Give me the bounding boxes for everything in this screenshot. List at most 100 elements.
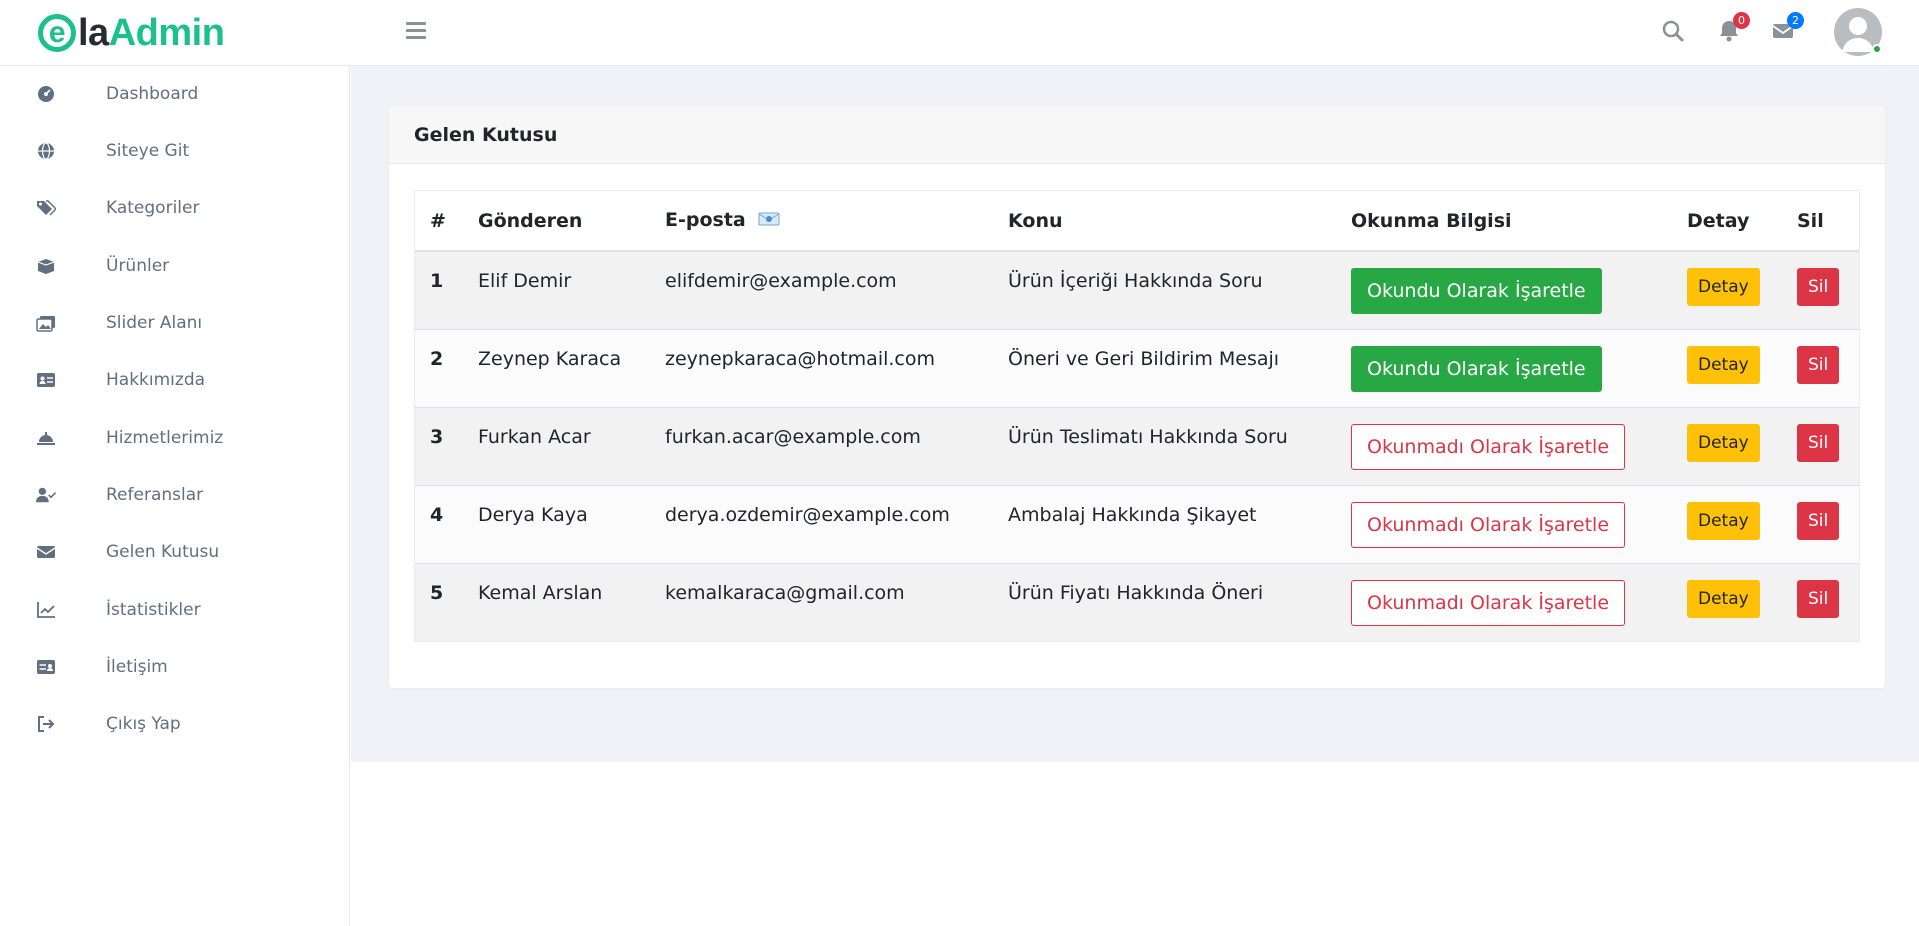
row-subject: Ürün Fiyatı Hakkında Öneri	[993, 562, 1336, 641]
inbox-card: Gelen Kutusu # Gönderen E-posta Konu Oku…	[389, 106, 1885, 688]
row-index: 5	[415, 562, 463, 641]
row-email: derya.ozdemir@example.com	[650, 484, 993, 563]
table-row: 4 Derya Kaya derya.ozdemir@example.com A…	[415, 484, 1859, 563]
delete-button[interactable]: Sil	[1797, 423, 1840, 462]
row-sender: Derya Kaya	[463, 484, 650, 563]
delete-button[interactable]: Sil	[1797, 268, 1840, 306]
menu-toggle-icon[interactable]	[406, 22, 426, 40]
sidebar-item-istatistikler[interactable]: İstatistikler	[0, 582, 350, 638]
sidebar-item-hakkimizda[interactable]: Hakkımızda	[0, 352, 350, 408]
sidebar-item-urunler[interactable]: Ürünler	[0, 238, 350, 294]
row-index: 2	[415, 328, 463, 407]
address-card-icon	[36, 657, 56, 677]
table-header-row: # Gönderen E-posta Konu Okunma Bilgisi D…	[415, 191, 1859, 252]
sidebar-item-label: Kategoriler	[106, 198, 200, 218]
card-title: Gelen Kutusu	[389, 106, 1885, 164]
chart-line-icon	[36, 600, 56, 620]
column-header-read-status: Okunma Bilgisi	[1336, 191, 1672, 252]
mark-as-unread-button[interactable]: Okunmadı Olarak İşaretle	[1351, 579, 1626, 626]
search-icon[interactable]	[1660, 18, 1686, 44]
online-status-dot	[1872, 44, 1882, 54]
notification-count-badge: 0	[1733, 12, 1750, 29]
row-email: zeynepkaraca@hotmail.com	[650, 328, 993, 407]
sidebar-item-label: Referanslar	[106, 485, 204, 505]
main-content: Gelen Kutusu # Gönderen E-posta Konu Oku…	[351, 66, 1919, 762]
row-subject: Ürün Teslimatı Hakkında Soru	[993, 406, 1336, 485]
mark-as-unread-button[interactable]: Okunmadı Olarak İşaretle	[1351, 501, 1626, 548]
column-header-sender: Gönderen	[463, 191, 650, 252]
column-header-email: E-posta	[650, 191, 993, 252]
table-row: 1 Elif Demir elifdemir@example.com Ürün …	[415, 250, 1859, 329]
column-header-detail: Detay	[1672, 191, 1782, 252]
delete-button[interactable]: Sil	[1797, 579, 1840, 618]
row-index: 3	[415, 406, 463, 485]
messages-count-badge: 2	[1787, 12, 1804, 29]
row-subject: Öneri ve Geri Bildirim Mesajı	[993, 328, 1336, 407]
column-header-subject: Konu	[993, 191, 1336, 252]
column-header-index: #	[415, 191, 463, 252]
email-envelope-icon	[758, 210, 780, 232]
sidebar-item-kategoriler[interactable]: Kategoriler	[0, 180, 350, 236]
tags-icon	[36, 198, 56, 218]
table-row: 2 Zeynep Karaca zeynepkaraca@hotmail.com…	[415, 328, 1859, 407]
sidebar-item-gelen-kutusu[interactable]: Gelen Kutusu	[0, 524, 350, 580]
sidebar-item-label: Dashboard	[106, 84, 199, 104]
top-navbar: e la Admin 0 2	[0, 0, 1919, 66]
table-row: 3 Furkan Acar furkan.acar@example.com Ür…	[415, 406, 1859, 485]
sidebar-item-dashboard[interactable]: Dashboard	[0, 66, 350, 122]
sidebar-item-hizmetlerimiz[interactable]: Hizmetlerimiz	[0, 410, 350, 466]
mark-as-read-button[interactable]: Okundu Olarak İşaretle	[1351, 345, 1602, 392]
sidebar-item-label: Hakkımızda	[106, 370, 206, 390]
sidebar-item-label: İletişim	[106, 657, 168, 677]
row-email: furkan.acar@example.com	[650, 406, 993, 485]
sidebar: Dashboard Siteye Git Kategoriler Ürünler…	[0, 66, 350, 926]
images-icon	[36, 313, 56, 333]
row-sender: Elif Demir	[463, 250, 650, 329]
sidebar-item-label: Gelen Kutusu	[106, 542, 220, 562]
sidebar-item-siteye-git[interactable]: Siteye Git	[0, 123, 350, 179]
detail-button[interactable]: Detay	[1687, 501, 1760, 540]
delete-button[interactable]: Sil	[1797, 345, 1840, 384]
column-header-email-label: E-posta	[665, 209, 746, 232]
row-subject: Ürün İçeriği Hakkında Soru	[993, 250, 1336, 329]
sidebar-item-label: Slider Alanı	[106, 313, 203, 333]
detail-button[interactable]: Detay	[1687, 345, 1760, 384]
inbox-table: # Gönderen E-posta Konu Okunma Bilgisi D…	[414, 190, 1860, 642]
detail-button[interactable]: Detay	[1687, 268, 1760, 306]
row-sender: Furkan Acar	[463, 406, 650, 485]
brand-logo[interactable]: e la Admin	[38, 11, 225, 54]
sidebar-item-referanslar[interactable]: Referanslar	[0, 467, 350, 523]
sidebar-item-label: İstatistikler	[106, 600, 201, 620]
sidebar-item-label: Ürünler	[106, 256, 170, 276]
messages-envelope-icon[interactable]: 2	[1770, 12, 1804, 44]
detail-button[interactable]: Detay	[1687, 423, 1760, 462]
mark-as-unread-button[interactable]: Okunmadı Olarak İşaretle	[1351, 423, 1626, 470]
logo-text-la: la	[78, 11, 109, 54]
delete-button[interactable]: Sil	[1797, 501, 1840, 540]
detail-button[interactable]: Detay	[1687, 579, 1760, 618]
row-subject: Ambalaj Hakkında Şikayet	[993, 484, 1336, 563]
notification-bell-icon[interactable]: 0	[1716, 12, 1750, 44]
sign-out-icon	[36, 714, 56, 734]
sidebar-item-iletisim[interactable]: İletişim	[0, 639, 350, 695]
dashboard-icon	[36, 84, 56, 104]
sidebar-item-slider-alani[interactable]: Slider Alanı	[0, 295, 350, 351]
logo-e-mark: e	[38, 14, 76, 52]
column-header-delete: Sil	[1782, 191, 1859, 252]
sidebar-item-label: Hizmetlerimiz	[106, 428, 224, 448]
table-row: 5 Kemal Arslan kemalkaraca@gmail.com Ürü…	[415, 562, 1859, 641]
row-sender: Zeynep Karaca	[463, 328, 650, 407]
sidebar-item-label: Çıkış Yap	[106, 714, 181, 734]
logo-text-admin: Admin	[108, 11, 225, 54]
concierge-bell-icon	[36, 428, 56, 448]
mark-as-read-button[interactable]: Okundu Olarak İşaretle	[1351, 268, 1602, 314]
user-check-icon	[36, 485, 56, 505]
sidebar-item-cikis-yap[interactable]: Çıkış Yap	[0, 696, 350, 752]
box-icon	[36, 256, 56, 276]
id-card-icon	[36, 370, 56, 390]
globe-icon	[36, 141, 56, 161]
sidebar-item-label: Siteye Git	[106, 141, 190, 161]
row-index: 1	[415, 250, 463, 329]
row-email: elifdemir@example.com	[650, 250, 993, 329]
row-index: 4	[415, 484, 463, 563]
